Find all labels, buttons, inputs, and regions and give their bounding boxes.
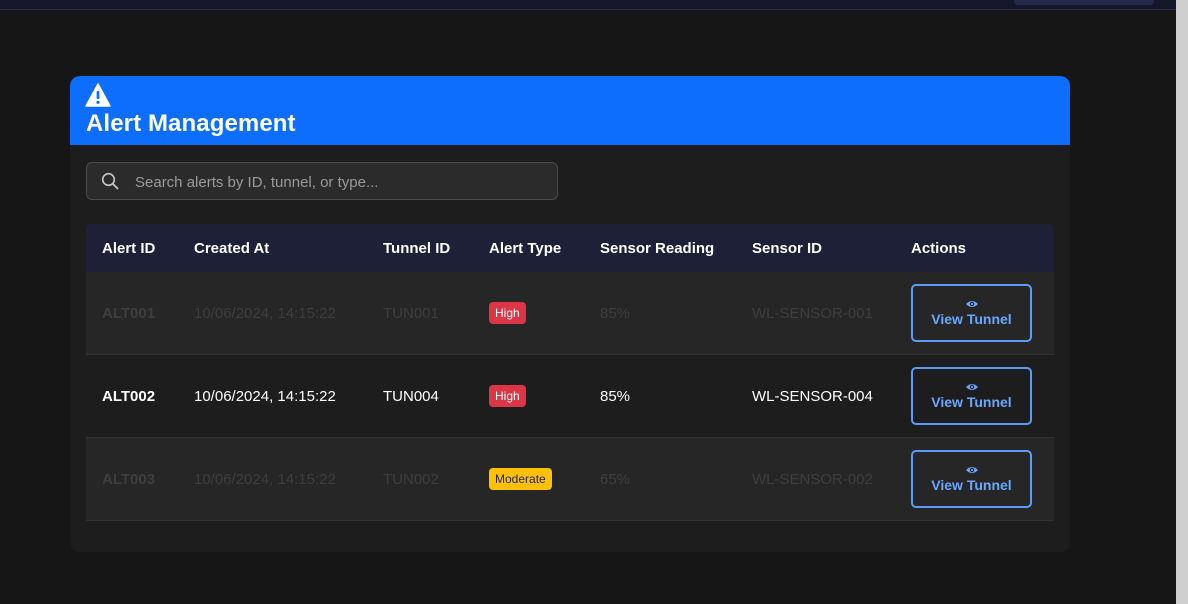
navbar-pill[interactable] <box>1014 0 1154 5</box>
top-navbar <box>0 0 1176 10</box>
cell-sensor-id: WL-SENSOR-001 <box>736 272 895 355</box>
column-header-tunnel-id: Tunnel ID <box>367 224 473 272</box>
cell-tunnel-id: TUN001 <box>367 272 473 355</box>
column-header-created-at: Created At <box>178 224 367 272</box>
alert-type-badge: High <box>489 385 526 407</box>
cell-alert-type: Moderate <box>473 437 584 521</box>
alert-management-card: Alert Management Alert ID Created At Tun… <box>70 76 1070 552</box>
cell-actions: View Tunnel <box>895 272 1054 355</box>
cell-sensor-id: WL-SENSOR-004 <box>736 354 895 438</box>
table-header: Alert ID Created At Tunnel ID Alert Type… <box>86 224 1054 272</box>
eye-icon <box>965 384 978 390</box>
view-tunnel-button[interactable]: View Tunnel <box>911 284 1032 342</box>
column-header-sensor-reading: Sensor Reading <box>584 224 736 272</box>
cell-sensor-reading: 65% <box>584 437 736 521</box>
cell-created-at: 10/06/2024, 14:15:22 <box>178 272 367 355</box>
column-header-sensor-id: Sensor ID <box>736 224 895 272</box>
cell-sensor-reading: 85% <box>584 354 736 438</box>
alert-type-badge: High <box>489 302 526 324</box>
view-tunnel-label: View Tunnel <box>931 311 1012 327</box>
eye-icon <box>965 467 978 473</box>
alert-type-badge: Moderate <box>489 468 552 490</box>
table-row: ALT001 10/06/2024, 14:15:22 TUN001 High … <box>86 272 1054 355</box>
cell-alert-id: ALT001 <box>86 272 178 355</box>
cell-actions: View Tunnel <box>895 354 1054 438</box>
cell-alert-type: High <box>473 272 584 355</box>
alerts-table: Alert ID Created At Tunnel ID Alert Type… <box>86 224 1054 521</box>
table-row: ALT003 10/06/2024, 14:15:22 TUN002 Moder… <box>86 437 1054 521</box>
cell-created-at: 10/06/2024, 14:15:22 <box>178 437 367 521</box>
cell-actions: View Tunnel <box>895 437 1054 521</box>
cell-tunnel-id: TUN004 <box>367 354 473 438</box>
cell-tunnel-id: TUN002 <box>367 437 473 521</box>
cell-alert-type: High <box>473 354 584 438</box>
view-tunnel-label: View Tunnel <box>931 477 1012 493</box>
cell-alert-id: ALT003 <box>86 437 178 521</box>
page-title: Alert Management <box>86 110 296 137</box>
search-icon <box>101 172 119 190</box>
cell-created-at: 10/06/2024, 14:15:22 <box>178 354 367 438</box>
card-header: Alert Management <box>70 76 1070 145</box>
page-scrollbar[interactable] <box>1176 0 1188 604</box>
search-bar[interactable] <box>86 162 558 201</box>
column-header-alert-id: Alert ID <box>86 224 178 272</box>
eye-icon <box>965 301 978 307</box>
view-tunnel-button[interactable]: View Tunnel <box>911 450 1032 508</box>
view-tunnel-button[interactable]: View Tunnel <box>911 367 1032 425</box>
view-tunnel-label: View Tunnel <box>931 394 1012 410</box>
column-header-alert-type: Alert Type <box>473 224 584 272</box>
column-header-actions: Actions <box>895 224 1054 272</box>
search-input[interactable] <box>133 163 547 201</box>
cell-sensor-id: WL-SENSOR-002 <box>736 437 895 521</box>
cell-sensor-reading: 85% <box>584 272 736 355</box>
cell-alert-id: ALT002 <box>86 354 178 438</box>
warning-triangle-icon <box>85 83 111 107</box>
table-row: ALT002 10/06/2024, 14:15:22 TUN004 High … <box>86 354 1054 438</box>
